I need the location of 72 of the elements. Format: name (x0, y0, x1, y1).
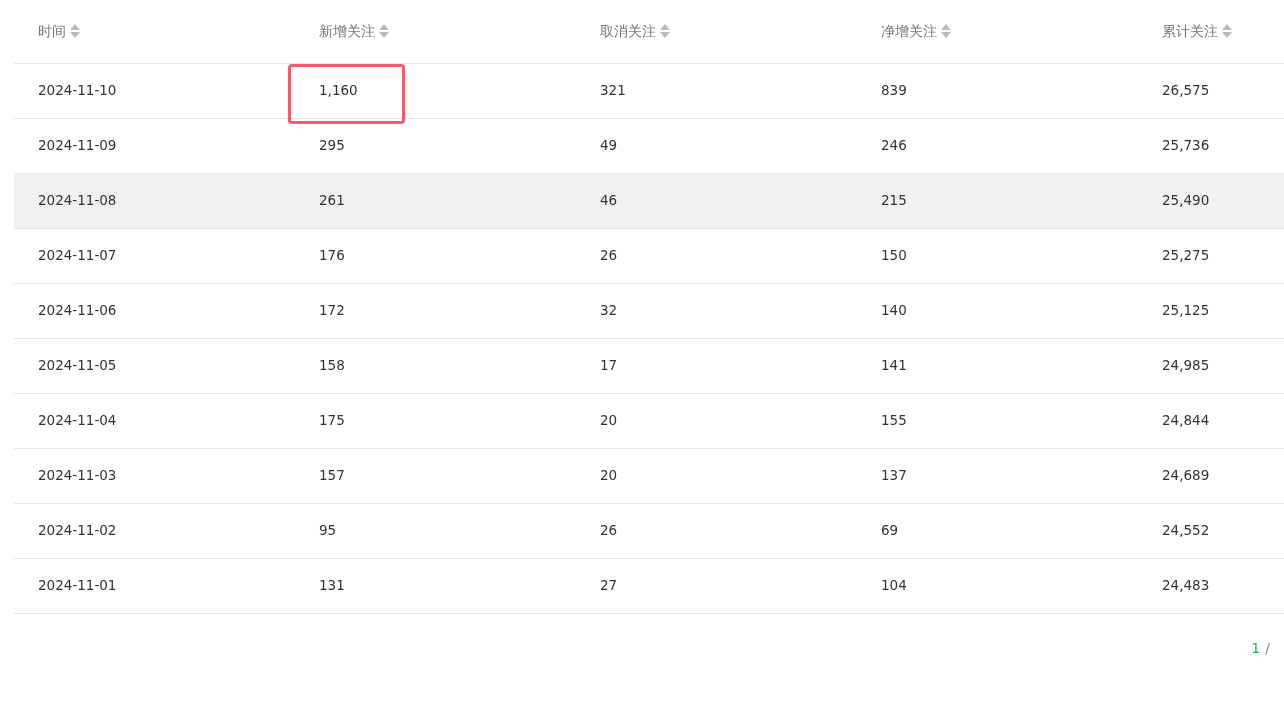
table-cell: 150 (881, 247, 907, 264)
table-cell: 2024-11-02 (38, 522, 117, 539)
page-separator: / (1265, 638, 1270, 658)
table-cell: 26 (600, 247, 618, 264)
table-cell: 24,689 (1162, 467, 1210, 484)
table-cell: 261 (319, 192, 345, 209)
table-row[interactable]: 2024-11-03 157 20 137 24,689 (14, 448, 1284, 503)
table-cell: 25,125 (1162, 302, 1210, 319)
table-row[interactable]: 2024-11-10 1,160 321 839 26,575 (14, 63, 1284, 118)
column-header[interactable]: 净增关注 (881, 21, 951, 42)
table-row[interactable]: 2024-11-09 295 49 246 25,736 (14, 118, 1284, 173)
table-cell: 24,844 (1162, 412, 1210, 429)
sort-icon[interactable] (1222, 24, 1232, 39)
table-cell: 295 (319, 137, 345, 154)
table-row[interactable]: 2024-11-05 158 17 141 24,985 (14, 338, 1284, 393)
table-cell: 24,552 (1162, 522, 1210, 539)
table-cell: 141 (881, 357, 907, 374)
column-header[interactable]: 时间 (38, 21, 80, 42)
table-row[interactable]: 2024-11-01 131 27 104 24,483 (14, 558, 1284, 613)
table-row[interactable]: 2024-11-07 176 26 150 25,275 (14, 228, 1284, 283)
table-cell: 24,985 (1162, 357, 1210, 374)
table-cell: 155 (881, 412, 907, 429)
sort-icon[interactable] (70, 24, 80, 39)
table-cell: 2024-11-05 (38, 357, 117, 374)
table-cell: 25,736 (1162, 137, 1210, 154)
table-cell: 17 (600, 357, 618, 374)
table-cell: 27 (600, 577, 618, 594)
table-cell: 157 (319, 467, 345, 484)
table-cell: 20 (600, 467, 618, 484)
table-cell: 137 (881, 467, 907, 484)
table-cell: 2024-11-01 (38, 577, 117, 594)
table-cell: 215 (881, 192, 907, 209)
table-cell: 25,275 (1162, 247, 1210, 264)
column-header[interactable]: 新增关注 (319, 21, 389, 42)
table-cell: 25,490 (1162, 192, 1210, 209)
table-cell: 140 (881, 302, 907, 319)
table-cell: 2024-11-03 (38, 467, 117, 484)
sort-icon[interactable] (379, 24, 389, 39)
table-cell: 49 (600, 137, 618, 154)
table-cell: 2024-11-10 (38, 82, 117, 99)
table-cell: 32 (600, 302, 618, 319)
table-cell: 95 (319, 522, 337, 539)
table-cell: 1,160 (319, 82, 358, 99)
table-cell: 2024-11-08 (38, 192, 117, 209)
table-cell: 2024-11-04 (38, 412, 117, 429)
table-cell: 172 (319, 302, 345, 319)
table-cell: 321 (600, 82, 626, 99)
table-cell: 69 (881, 522, 899, 539)
table-cell: 131 (319, 577, 345, 594)
current-page: 1 (1251, 638, 1261, 658)
hovered-row[interactable]: 2024-11-08 261 46 215 25,490 (14, 173, 1284, 228)
column-header[interactable]: 取消关注 (600, 21, 670, 42)
table-cell: 246 (881, 137, 907, 154)
table-cell: 46 (600, 192, 618, 209)
table-cell: 2024-11-06 (38, 302, 117, 319)
table-cell: 175 (319, 412, 345, 429)
table-row[interactable]: 2024-11-06 172 32 140 25,125 (14, 283, 1284, 338)
table-cell: 158 (319, 357, 345, 374)
table-cell: 839 (881, 82, 907, 99)
column-header[interactable]: 累计关注 (1162, 21, 1232, 42)
table-cell: 2024-11-09 (38, 137, 117, 154)
table-cell: 104 (881, 577, 907, 594)
table-cell: 26,575 (1162, 82, 1210, 99)
table-cell: 2024-11-07 (38, 247, 117, 264)
table-cell: 24,483 (1162, 577, 1210, 594)
table-cell: 176 (319, 247, 345, 264)
sort-icon[interactable] (941, 24, 951, 39)
sort-icon[interactable] (660, 24, 670, 39)
table-row[interactable]: 2024-11-04 175 20 155 24,844 (14, 393, 1284, 448)
table-cell: 20 (600, 412, 618, 429)
table-cell: 26 (600, 522, 618, 539)
table-row[interactable]: 2024-11-02 95 26 69 24,552 (14, 503, 1284, 558)
